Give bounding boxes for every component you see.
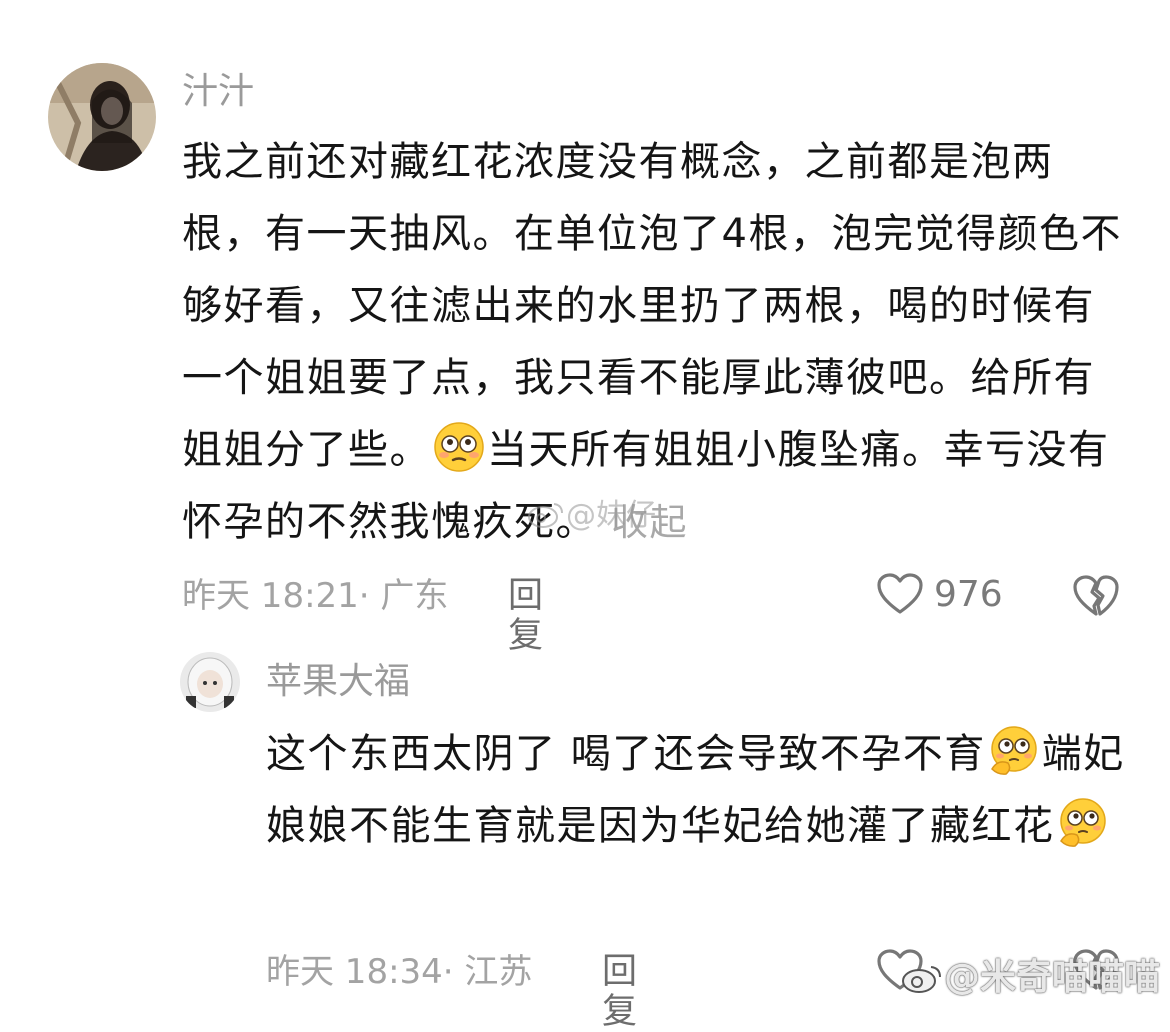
flushed-emoji-icon <box>434 422 484 472</box>
avatar-photo-icon <box>180 652 240 712</box>
weibo-logo-icon <box>528 503 563 528</box>
heart-icon <box>877 573 923 614</box>
weibo-logo-icon <box>902 966 941 993</box>
comment-body: 这个东西太阴了 喝了还会导致不孕不育 端妃娘娘不能生育就是因为华妃给她灌了藏红花 <box>266 718 1126 862</box>
comment-text-part1: 我之前还对藏红花浓度没有概念，之前都是泡两根，有一天抽风。在单位泡了4根，泡完觉… <box>182 139 1122 473</box>
watermark-bottom-right-text: @米奇喵喵喵 <box>944 957 1161 998</box>
comment-time: 昨天 18:21 <box>182 576 359 616</box>
reply-button[interactable]: 回复 <box>602 952 637 1032</box>
comment-text-part1: 这个东西太阴了 喝了还会导致不孕不育 <box>266 731 986 777</box>
thinking-flushed-emoji-icon <box>990 726 1037 775</box>
comment-meta: 昨天 18:21· 广东 <box>182 576 448 616</box>
avatar[interactable] <box>180 652 240 712</box>
comment-location: · 广东 <box>358 576 449 616</box>
comment-time: 昨天 18:34 <box>266 952 443 992</box>
watermark-center: @妹仔 <box>526 490 656 534</box>
thinking-flushed-emoji-icon <box>1059 798 1106 847</box>
watermark-bottom-right: @米奇喵喵喵 <box>900 948 1160 1000</box>
like-button[interactable]: 976 <box>876 572 1003 616</box>
reply-button[interactable]: 回复 <box>508 576 543 656</box>
comment-location: · 江苏 <box>442 952 533 992</box>
avatar-photo-icon <box>48 63 156 171</box>
avatar[interactable] <box>48 63 156 171</box>
watermark-center-text: @妹仔 <box>566 498 656 533</box>
like-count: 976 <box>934 573 1003 615</box>
broken-heart-icon <box>1073 575 1119 616</box>
comment-username[interactable]: 苹果大福 <box>266 662 410 702</box>
comment-username[interactable]: 汁汁 <box>182 72 254 112</box>
dislike-button[interactable] <box>1072 574 1120 622</box>
comment-meta: 昨天 18:34· 江苏 <box>266 952 532 992</box>
comment-body: 我之前还对藏红花浓度没有概念，之前都是泡两根，有一天抽风。在单位泡了4根，泡完觉… <box>182 126 1132 559</box>
